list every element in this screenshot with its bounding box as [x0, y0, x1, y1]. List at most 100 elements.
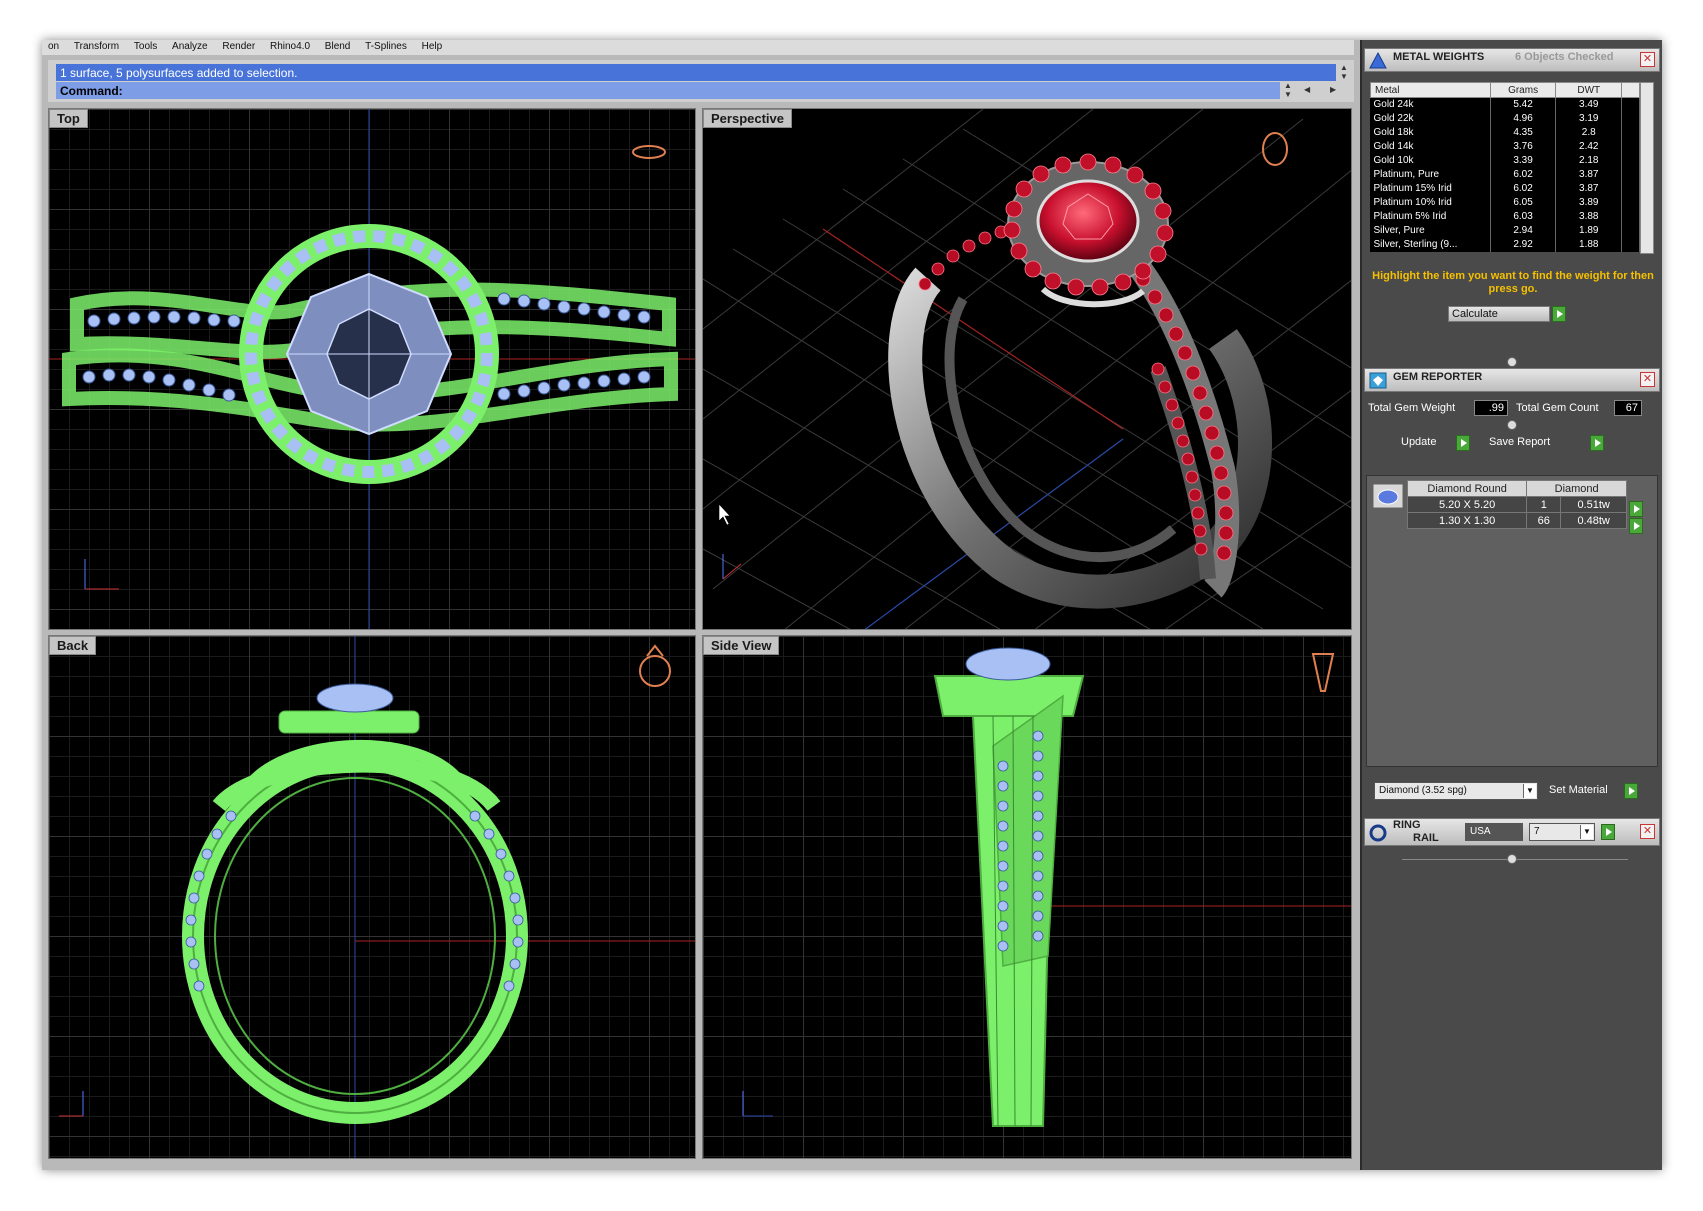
save-report-go-button[interactable]: [1590, 435, 1604, 451]
table-row[interactable]: Platinum 5% Irid 6.03 3.88: [1370, 209, 1640, 224]
close-icon[interactable]: ✕: [1640, 824, 1655, 839]
panel-divider-handle[interactable]: [1507, 420, 1517, 430]
calculate-go-button[interactable]: [1552, 306, 1566, 322]
viewport-title-perspective[interactable]: Perspective: [703, 109, 792, 128]
close-icon[interactable]: ✕: [1640, 372, 1655, 387]
ring-size-select[interactable]: 7 ▼: [1529, 823, 1595, 841]
column-header-blank: [1621, 82, 1640, 98]
grams-value: 4.35: [1490, 125, 1557, 140]
gem-row-go-button[interactable]: [1629, 501, 1643, 517]
metal-name: Gold 22k: [1370, 111, 1491, 126]
gem-reporter-icon: [1369, 372, 1387, 389]
save-report-label[interactable]: Save Report: [1486, 435, 1586, 451]
ring-size-standard-select[interactable]: USA: [1465, 823, 1523, 841]
update-go-button[interactable]: [1456, 435, 1470, 451]
menu-item-tools[interactable]: Tools: [128, 40, 163, 52]
total-gem-weight-value: .99: [1474, 400, 1508, 416]
material-select[interactable]: Diamond (3.52 spg) ▼: [1374, 782, 1538, 800]
table-row[interactable]: Platinum, Pure 6.02 3.87: [1370, 167, 1640, 182]
metal-weights-header: METAL WEIGHTS 6 Objects Checked ✕: [1364, 48, 1660, 72]
viewport-top[interactable]: Top: [48, 108, 696, 630]
viewport-side[interactable]: Side View: [702, 635, 1352, 1159]
ring-rail-go-button[interactable]: [1601, 824, 1615, 840]
gem-reporter-title: GEM REPORTER: [1393, 371, 1483, 383]
column-header-diamond[interactable]: Diamond: [1526, 480, 1627, 497]
dwt-value: 3.49: [1555, 97, 1623, 112]
close-icon[interactable]: ✕: [1640, 52, 1655, 67]
update-label[interactable]: Update: [1398, 435, 1452, 451]
gem-table: Diamond Round Diamond 5.20 X 5.20 1 0.51…: [1406, 480, 1627, 529]
viewport-perspective[interactable]: Perspective: [702, 108, 1352, 630]
column-header-metal[interactable]: Metal: [1370, 82, 1491, 98]
command-spin-up-icon[interactable]: ▲: [1284, 81, 1292, 90]
dwt-value: 1.88: [1555, 237, 1623, 252]
gem-row-go-button[interactable]: [1629, 518, 1643, 534]
panel-divider-handle[interactable]: [1507, 357, 1517, 367]
table-row[interactable]: Platinum 15% Irid 6.02 3.87: [1370, 181, 1640, 196]
table-row[interactable]: 5.20 X 5.20 1 0.51tw: [1406, 496, 1627, 513]
diamond-round-icon[interactable]: [1373, 484, 1403, 508]
gem-weight: 0.51tw: [1560, 496, 1627, 513]
menu-item-help[interactable]: Help: [416, 40, 449, 52]
menu-item-render[interactable]: Render: [216, 40, 261, 52]
rhino-window: on Transform Tools Analyze Render Rhino4…: [42, 40, 1662, 1170]
viewport-title-side[interactable]: Side View: [703, 636, 780, 655]
table-row[interactable]: Platinum 10% Irid 6.05 3.89: [1370, 195, 1640, 210]
metal-table-scrollbar[interactable]: [1640, 82, 1654, 254]
table-row[interactable]: Silver, Sterling (9... 2.92 1.88: [1370, 237, 1640, 252]
menu-item-analyze[interactable]: Analyze: [166, 40, 214, 52]
metal-weights-title: METAL WEIGHTS: [1393, 51, 1485, 63]
calculate-select[interactable]: Calculate: [1448, 306, 1550, 322]
dwt-value: 3.88: [1555, 209, 1623, 224]
dwt-value: 3.19: [1555, 111, 1623, 126]
dwt-value: 1.89: [1555, 223, 1623, 238]
menu-item-transform[interactable]: Transform: [68, 40, 125, 52]
table-row[interactable]: Gold 10k 3.39 2.18: [1370, 153, 1640, 168]
metal-name: Gold 10k: [1370, 153, 1491, 168]
command-scroll-right-icon[interactable]: ▶: [1330, 85, 1336, 94]
metal-name: Silver, Pure: [1370, 223, 1491, 238]
grams-value: 6.02: [1490, 181, 1557, 196]
top-view-ring-wireframe: [49, 109, 695, 629]
table-row[interactable]: Gold 22k 4.96 3.19: [1370, 111, 1640, 126]
command-area: 1 surface, 5 polysurfaces added to selec…: [48, 60, 1354, 102]
back-view-ring-wireframe: [59, 636, 695, 1158]
grams-value: 2.94: [1490, 223, 1557, 238]
ring-rail-title-line2: RAIL: [1413, 832, 1439, 844]
chevron-down-icon[interactable]: ▼: [1580, 825, 1593, 839]
gem-size: 1.30 X 1.30: [1406, 512, 1528, 529]
table-row[interactable]: Silver, Pure 2.94 1.89: [1370, 223, 1640, 238]
total-gem-count-label: Total Gem Count: [1516, 402, 1599, 414]
column-header-diamond-round[interactable]: Diamond Round: [1406, 480, 1528, 497]
column-header-dwt[interactable]: DWT: [1555, 82, 1623, 98]
grams-value: 6.03: [1490, 209, 1557, 224]
menu-item-tsplines[interactable]: T-Splines: [359, 40, 413, 52]
history-scroll-down-icon[interactable]: ▼: [1340, 72, 1348, 81]
command-spin-down-icon[interactable]: ▼: [1284, 90, 1292, 99]
table-row[interactable]: 1.30 X 1.30 66 0.48tw: [1406, 512, 1627, 529]
gem-weight: 0.48tw: [1560, 512, 1627, 529]
viewport-back[interactable]: Back: [48, 635, 696, 1159]
viewport-title-top[interactable]: Top: [49, 109, 88, 128]
command-scroll-left-icon[interactable]: ◀: [1304, 85, 1310, 94]
command-prompt-input[interactable]: Command:: [56, 82, 1280, 99]
history-scroll-up-icon[interactable]: ▲: [1340, 63, 1348, 72]
set-material-label[interactable]: Set Material: [1546, 783, 1622, 799]
table-row[interactable]: Gold 24k 5.42 3.49: [1370, 97, 1640, 112]
menu-item-dimension[interactable]: on: [42, 40, 65, 52]
grams-value: 6.05: [1490, 195, 1557, 210]
dwt-value: 2.8: [1555, 125, 1623, 140]
side-view-ring-wireframe: [742, 647, 1351, 1127]
grams-value: 3.39: [1490, 153, 1557, 168]
menu-item-blend[interactable]: Blend: [319, 40, 357, 52]
grams-value: 2.92: [1490, 237, 1557, 252]
chevron-down-icon[interactable]: ▼: [1523, 784, 1536, 798]
metal-weights-icon: [1369, 51, 1387, 69]
ring-rail-slider-handle[interactable]: [1507, 854, 1517, 864]
column-header-grams[interactable]: Grams: [1489, 82, 1557, 98]
table-row[interactable]: Gold 14k 3.76 2.42: [1370, 139, 1640, 154]
set-material-go-button[interactable]: [1624, 783, 1638, 799]
viewport-title-back[interactable]: Back: [49, 636, 97, 655]
menu-item-rhino4[interactable]: Rhino4.0: [264, 40, 316, 52]
table-row[interactable]: Gold 18k 4.35 2.8: [1370, 125, 1640, 140]
